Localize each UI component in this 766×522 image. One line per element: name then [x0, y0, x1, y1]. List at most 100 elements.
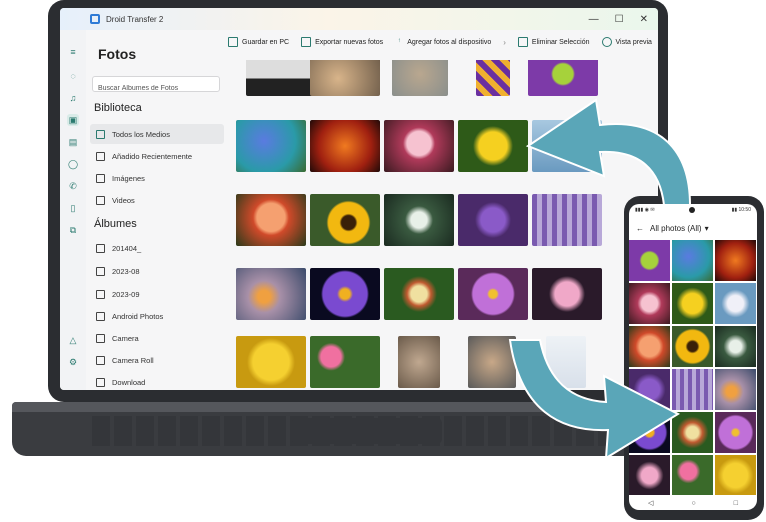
album-item[interactable]: Camera: [90, 328, 224, 348]
album-item[interactable]: 201404_: [90, 238, 224, 258]
photo-thumbnail[interactable]: [392, 60, 448, 96]
app-window: Droid Transfer 2 — ☐ ✕ ≡ ◌ ♫ ▣ ▤ ◯ ✆ ▯ ⧉…: [60, 8, 658, 390]
copy-icon[interactable]: ⧉: [67, 224, 79, 236]
photo-thumbnail[interactable]: [468, 336, 516, 388]
phone-photo[interactable]: [629, 412, 670, 453]
photo-thumbnail[interactable]: [384, 194, 454, 246]
recent-icon: [96, 151, 105, 161]
dropdown-arrow-icon[interactable]: ▾: [705, 224, 709, 233]
calendar-icon[interactable]: ▤: [67, 136, 79, 148]
phone-photo[interactable]: [715, 326, 756, 367]
add-to-device-button[interactable]: ↑ Agregar fotos al dispositivo: [395, 38, 492, 46]
save-pc-icon: [228, 37, 238, 47]
sidebar-item-label: Videos: [112, 195, 135, 205]
photo-thumbnail[interactable]: [532, 268, 602, 320]
sidebar-item-all-media[interactable]: Todos los Medios: [90, 124, 224, 144]
phone-icon[interactable]: ✆: [67, 180, 79, 192]
preview-button[interactable]: Vista previa: [601, 37, 652, 47]
warning-icon[interactable]: △: [67, 334, 79, 346]
menu-icon[interactable]: ≡: [67, 46, 79, 58]
chat-icon[interactable]: ◌: [67, 70, 79, 82]
search-input[interactable]: [98, 85, 216, 92]
phone-photo[interactable]: [629, 369, 670, 410]
sidebar-item-images[interactable]: Imágenes: [90, 168, 224, 188]
photos-icon[interactable]: ▣: [67, 114, 79, 126]
export-new-button[interactable]: Exportar nuevas fotos: [301, 37, 383, 47]
laptop-base: [12, 402, 720, 456]
photo-thumbnail[interactable]: [476, 60, 510, 96]
sidebar-item-videos[interactable]: Videos: [90, 190, 224, 210]
delete-selection-button[interactable]: Eliminar Selección: [517, 37, 590, 47]
minimize-button[interactable]: —: [589, 14, 599, 25]
album-label: Camera: [112, 333, 139, 343]
phone-photo[interactable]: [672, 240, 713, 281]
photo-thumbnail[interactable]: [236, 194, 306, 246]
photo-thumbnail[interactable]: [384, 268, 454, 320]
album-item[interactable]: Download: [90, 372, 224, 390]
photo-thumbnail[interactable]: [310, 268, 380, 320]
title-bar: Droid Transfer 2 — ☐ ✕: [60, 8, 658, 30]
photo-thumbnail[interactable]: [458, 194, 528, 246]
photo-thumbnail[interactable]: [310, 194, 380, 246]
album-icon: [96, 311, 105, 321]
photo-thumbnail[interactable]: [310, 60, 380, 96]
album-item[interactable]: 2023-08: [90, 261, 224, 281]
album-icon: [96, 266, 105, 276]
photo-thumbnail[interactable]: [528, 60, 598, 96]
phone-photo[interactable]: [715, 240, 756, 281]
phone-photo[interactable]: [715, 283, 756, 324]
phone-photo[interactable]: [629, 240, 670, 281]
photo-thumbnail[interactable]: [532, 120, 602, 172]
album-label: 2023-09: [112, 289, 140, 299]
phone-photo[interactable]: [672, 455, 713, 495]
nav-home-button[interactable]: ○: [691, 500, 695, 507]
phone-photo[interactable]: [629, 455, 670, 495]
photo-thumbnail[interactable]: [236, 120, 306, 172]
app-title: Droid Transfer 2: [106, 14, 164, 24]
phone-photo[interactable]: [629, 326, 670, 367]
page-title: Fotos: [98, 46, 137, 62]
album-item[interactable]: Camera Roll: [90, 350, 224, 370]
phone-photo[interactable]: [715, 412, 756, 453]
phone-photo[interactable]: [715, 455, 756, 495]
phone-photo[interactable]: [672, 412, 713, 453]
save-to-pc-label: Guardar en PC: [242, 38, 290, 46]
album-selector[interactable]: All photos (All): [650, 224, 702, 233]
maximize-button[interactable]: ☐: [615, 14, 624, 25]
delete-selection-label: Eliminar Selección: [531, 38, 590, 46]
photo-thumbnail[interactable]: [532, 194, 602, 246]
photo-thumbnail[interactable]: [236, 336, 306, 388]
more-chevron-icon[interactable]: ›: [503, 38, 506, 47]
photo-thumbnail[interactable]: [246, 60, 316, 96]
photo-thumbnail[interactable]: [546, 336, 586, 388]
nav-back-button[interactable]: ◁: [648, 499, 653, 507]
contacts-icon[interactable]: ◯: [67, 158, 79, 170]
album-search[interactable]: [92, 76, 220, 92]
photo-thumbnail[interactable]: [310, 336, 380, 388]
phone-photo[interactable]: [672, 326, 713, 367]
album-item[interactable]: 2023-09: [90, 284, 224, 304]
photo-thumbnail[interactable]: [236, 268, 306, 320]
photo-thumbnail[interactable]: [310, 120, 380, 172]
phone-photo[interactable]: [629, 283, 670, 324]
photo-thumbnail[interactable]: [398, 336, 440, 388]
sidebar-item-recent[interactable]: Añadido Recientemente: [90, 146, 224, 166]
settings-icon[interactable]: ⚙: [67, 356, 79, 368]
photo-thumbnail[interactable]: [458, 268, 528, 320]
phone-photo[interactable]: [672, 369, 713, 410]
photo-thumbnail[interactable]: [458, 120, 528, 172]
status-left: ▮▮▮ ◉ ✉: [635, 207, 655, 213]
file-icon[interactable]: ▯: [67, 202, 79, 214]
save-to-pc-button[interactable]: Guardar en PC: [228, 37, 289, 47]
music-icon[interactable]: ♫: [67, 92, 79, 104]
album-item[interactable]: Android Photos: [90, 306, 224, 326]
phone-device: ▮▮▮ ◉ ✉ ▮▮ 10:50 ← All photos (All) ▾ ◁ …: [624, 196, 764, 520]
phone-photo[interactable]: [672, 283, 713, 324]
back-arrow-icon[interactable]: ←: [636, 224, 644, 233]
album-label: Download: [112, 377, 146, 387]
phone-photo[interactable]: [715, 369, 756, 410]
photo-thumbnail[interactable]: [384, 120, 454, 172]
trash-icon: [517, 37, 528, 47]
nav-recents-button[interactable]: □: [734, 500, 738, 507]
close-button[interactable]: ✕: [640, 14, 648, 25]
